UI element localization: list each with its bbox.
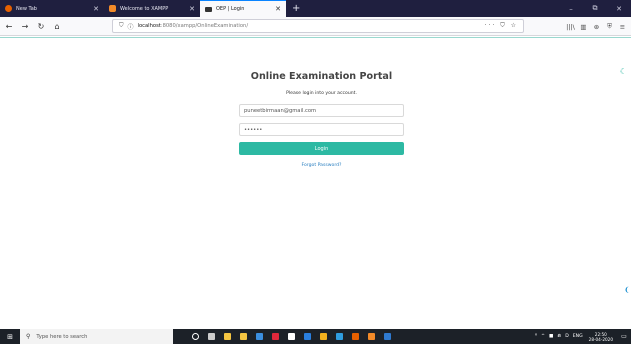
login-subtitle: Please login into your account. bbox=[286, 91, 357, 96]
page-actions[interactable]: ··· ⛉ ☆ bbox=[485, 22, 518, 30]
navigation-bar: ← → ↻ ⌂ ⛉ ⓘ localhost :8080/xampp/Online… bbox=[0, 17, 631, 36]
page-title: Online Examination Portal bbox=[250, 71, 393, 82]
sidebar-icon[interactable]: ▥ bbox=[577, 23, 590, 31]
battery-icon[interactable]: ■ bbox=[549, 334, 553, 339]
window-controls: – ⧉ ✕ bbox=[559, 0, 631, 17]
edge-indicator-icon: ❨ bbox=[624, 286, 630, 294]
clock-date: 28-04-2020 bbox=[588, 336, 613, 342]
page-divider bbox=[0, 37, 631, 38]
library-icon[interactable]: |||\ bbox=[564, 23, 577, 31]
taskbar-search[interactable]: ⚲ Type here to search bbox=[20, 329, 173, 344]
system-tray: ᴿ ^ ■ ⋒ D ENG 22:50 28-04-2020 ▭ bbox=[533, 329, 631, 344]
forgot-password-link[interactable]: Forgot Password? bbox=[239, 163, 404, 168]
close-window-button[interactable]: ✕ bbox=[607, 5, 631, 13]
language-indicator[interactable]: ENG bbox=[573, 334, 583, 339]
account-icon[interactable]: ⊛ bbox=[590, 23, 603, 31]
menu-icon[interactable]: ≡ bbox=[616, 23, 629, 31]
reload-button[interactable]: ↻ bbox=[34, 22, 48, 31]
tab-title: New Tab bbox=[16, 5, 37, 12]
tab-title: OEP | Login bbox=[216, 6, 245, 12]
firefox-icon bbox=[5, 5, 12, 12]
store-icon[interactable] bbox=[235, 329, 251, 344]
chrome-icon[interactable] bbox=[315, 329, 331, 344]
home-button[interactable]: ⌂ bbox=[50, 22, 64, 31]
shield-icon[interactable]: ⛉ bbox=[119, 22, 124, 30]
email-field[interactable] bbox=[239, 104, 404, 117]
close-icon[interactable]: ✕ bbox=[275, 5, 281, 13]
chevron-up-icon[interactable]: ^ bbox=[541, 334, 545, 339]
firefox-icon[interactable] bbox=[347, 329, 363, 344]
extension-icon[interactable]: ⛨ bbox=[603, 22, 616, 31]
restore-button[interactable]: ⧉ bbox=[583, 4, 607, 13]
new-tab-button[interactable]: + bbox=[292, 3, 300, 14]
messenger-icon[interactable] bbox=[331, 329, 347, 344]
close-icon[interactable]: ✕ bbox=[189, 5, 195, 13]
search-placeholder: Type here to search bbox=[36, 333, 88, 340]
clock[interactable]: 22:50 28-04-2020 bbox=[589, 332, 613, 342]
tab-title: Welcome to XAMPP bbox=[120, 5, 169, 12]
task-view-icon[interactable] bbox=[203, 329, 219, 344]
volume-icon[interactable]: D bbox=[565, 334, 569, 339]
info-icon[interactable]: ⓘ bbox=[128, 22, 134, 31]
toolbar-icons: |||\ ▥ ⊛ ⛨ ≡ bbox=[564, 17, 629, 36]
edge-icon[interactable] bbox=[299, 329, 315, 344]
files-icon[interactable] bbox=[283, 329, 299, 344]
close-icon[interactable]: ✕ bbox=[93, 5, 99, 13]
taskbar: ⊞ ⚲ Type here to search ᴿ ^ ■ ⋒ D ENG 22… bbox=[0, 329, 631, 344]
xampp-icon[interactable] bbox=[363, 329, 379, 344]
opera-icon[interactable] bbox=[267, 329, 283, 344]
windows-start-icon[interactable]: ⊞ bbox=[0, 333, 20, 341]
xampp-icon bbox=[109, 5, 116, 12]
url-host: localhost bbox=[137, 23, 161, 29]
address-bar[interactable]: ⛉ ⓘ localhost :8080/xampp/OnlineExaminat… bbox=[112, 19, 524, 33]
password-field[interactable] bbox=[239, 123, 404, 136]
page-content: ☾ ❨ Online Examination Portal Please log… bbox=[0, 37, 631, 329]
search-icon: ⚲ bbox=[26, 333, 31, 340]
mail-icon[interactable] bbox=[251, 329, 267, 344]
login-button[interactable]: Login bbox=[239, 142, 404, 155]
forward-button[interactable]: → bbox=[18, 22, 32, 31]
back-button[interactable]: ← bbox=[2, 22, 16, 31]
graduation-cap-icon bbox=[205, 6, 212, 12]
login-form: Online Examination Portal Please login i… bbox=[239, 71, 404, 168]
tab-xampp[interactable]: Welcome to XAMPP ✕ bbox=[104, 0, 200, 17]
people-icon[interactable]: ᴿ bbox=[535, 334, 537, 339]
browser-tab-strip: New Tab ✕ Welcome to XAMPP ✕ OEP | Login… bbox=[0, 0, 631, 17]
cortana-icon[interactable] bbox=[187, 329, 203, 344]
url-path: :8080/xampp/OnlineExamination/ bbox=[160, 23, 249, 29]
tab-new-tab[interactable]: New Tab ✕ bbox=[0, 0, 104, 17]
vscode-icon[interactable] bbox=[379, 329, 395, 344]
wifi-icon[interactable]: ⋒ bbox=[557, 334, 561, 339]
taskbar-apps bbox=[187, 329, 395, 344]
loading-spinner-icon: ☾ bbox=[619, 67, 627, 76]
file-explorer-icon[interactable] bbox=[219, 329, 235, 344]
tab-oep-login[interactable]: OEP | Login ✕ bbox=[200, 0, 286, 17]
minimize-button[interactable]: – bbox=[559, 5, 583, 13]
notification-icon[interactable]: ▭ bbox=[619, 333, 629, 340]
